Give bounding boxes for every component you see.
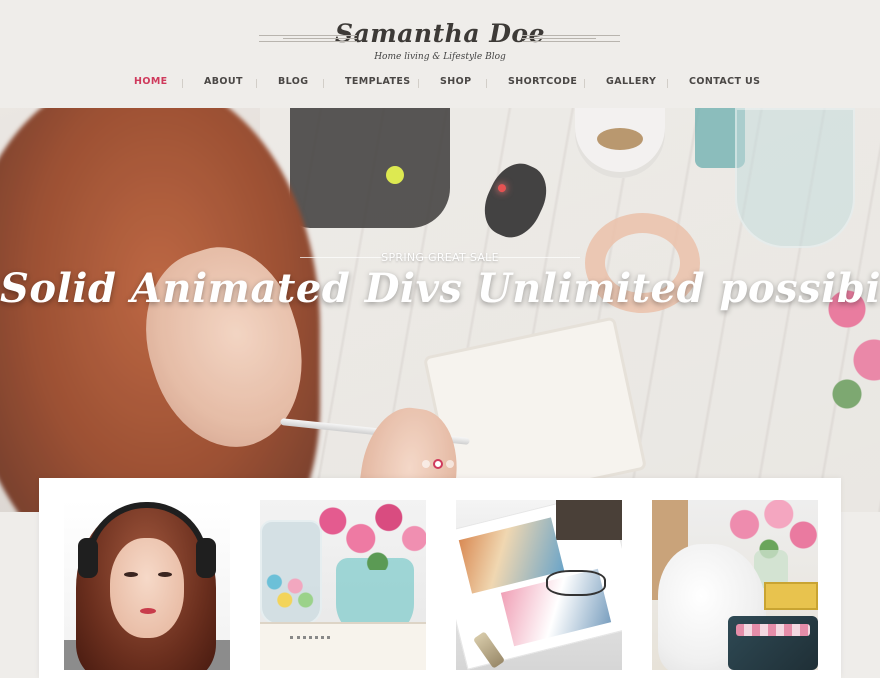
- featured-post-card[interactable]: [652, 500, 818, 670]
- headphone-left: [78, 538, 98, 578]
- photo-lips: [140, 608, 156, 614]
- logo[interactable]: Samantha Doe: [0, 14, 880, 54]
- nav-item-about[interactable]: ABOUT: [204, 76, 243, 87]
- nav-item-home[interactable]: HOME: [134, 76, 168, 87]
- nav-item-templates[interactable]: TEMPLATES: [345, 76, 410, 87]
- slider-pagination: [418, 458, 462, 470]
- nav-separator: [418, 79, 419, 88]
- main-nav: HOME ABOUT BLOG TEMPLATES SHOP SHORTCODE…: [0, 76, 880, 94]
- slider-dot-1[interactable]: [422, 460, 430, 468]
- photo-gift-box: [764, 582, 818, 610]
- slider-dot-3[interactable]: [446, 460, 454, 468]
- nav-separator: [256, 79, 257, 88]
- hero-slider[interactable]: SPRING GREAT SALE Solid Animated Divs Un…: [0, 108, 880, 512]
- nav-item-shop[interactable]: SHOP: [440, 76, 471, 87]
- nav-item-shortcode[interactable]: SHORTCODE: [508, 76, 577, 87]
- featured-post-card[interactable]: [456, 500, 622, 670]
- logo-ornament-right: [522, 35, 620, 42]
- photo-shadow: [556, 500, 622, 540]
- photo-face: [110, 538, 184, 638]
- nav-item-gallery[interactable]: GALLERY: [606, 76, 656, 87]
- nav-item-blog[interactable]: BLOG: [278, 76, 308, 87]
- headphone-right: [196, 538, 216, 578]
- nav-separator: [584, 79, 585, 88]
- photo-eye: [158, 572, 172, 577]
- slide-title: Solid Animated Divs Unlimited possibilit…: [0, 265, 880, 312]
- logo-ornament-left: [259, 35, 357, 42]
- nav-separator: [323, 79, 324, 88]
- nav-separator: [182, 79, 183, 88]
- featured-posts: [39, 478, 841, 678]
- photo-eye: [124, 572, 138, 577]
- logo-title[interactable]: Samantha Doe: [335, 14, 545, 54]
- photo-candy: [264, 570, 316, 610]
- photo-flowers: [316, 500, 426, 570]
- nav-item-contact-us[interactable]: CONTACT US: [689, 76, 760, 87]
- nav-separator: [486, 79, 487, 88]
- site-header: Samantha Doe Home living & Lifestyle Blo…: [0, 0, 880, 108]
- nav-separator: [667, 79, 668, 88]
- featured-post-card[interactable]: [260, 500, 426, 670]
- slide-subtitle: SPRING GREAT SALE: [381, 251, 499, 264]
- photo-bag: [728, 616, 818, 670]
- photo-glasses: [546, 570, 606, 596]
- photo-binder-rings: [290, 636, 330, 644]
- slider-dot-2[interactable]: [433, 459, 443, 469]
- tagline: Home living & Lifestyle Blog: [374, 52, 506, 62]
- featured-post-card[interactable]: [64, 500, 230, 670]
- photo-notebook: [260, 622, 426, 670]
